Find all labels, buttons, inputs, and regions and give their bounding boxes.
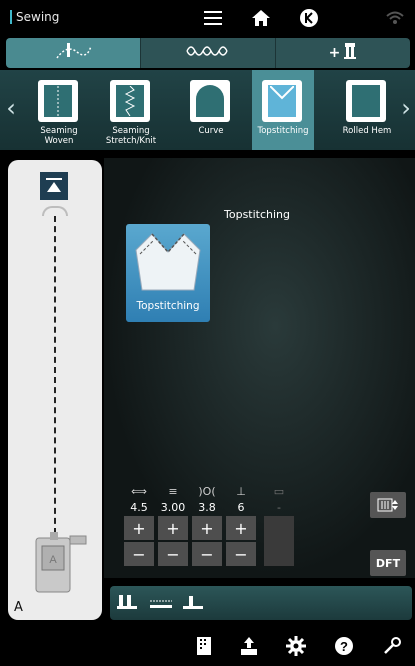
stitch-card-topstitching[interactable]: Topstitching (126, 224, 210, 322)
decorative-stitch-icon (185, 41, 231, 65)
presser-foot-pressure-minus-button[interactable]: − (226, 542, 256, 566)
thread-tension-control: )O( 3.8 + − (192, 486, 222, 566)
seam-icon (38, 80, 78, 122)
technique-rolled-hem[interactable]: Rolled Hem (336, 70, 398, 150)
needle-stop-up-button[interactable] (40, 172, 68, 200)
thread-tension-icon: )O( (198, 485, 216, 498)
stitch-width-minus-button[interactable]: − (124, 542, 154, 566)
stitch-start-marker (42, 206, 68, 216)
density-button (264, 516, 294, 566)
category-tabs: + (6, 38, 410, 68)
technique-label: Seaming Stretch/Knit (105, 126, 157, 146)
stitch-width-value: 4.5 (130, 501, 148, 514)
stitch-preview-panel: A A (8, 160, 102, 620)
technique-seaming-stretch[interactable]: Seaming Stretch/Knit (100, 70, 162, 150)
stitch-pattern-icon[interactable] (150, 592, 172, 614)
stitch-length-plus-button[interactable]: + (158, 516, 188, 540)
density-control: ▭ - (264, 486, 294, 566)
top-bar: Sewing (0, 0, 415, 36)
menu-icon[interactable] (202, 6, 224, 30)
presser-foot-icon: A (35, 532, 87, 593)
settings-gear-icon[interactable] (284, 634, 308, 658)
technique-topstitching[interactable]: Topstitching (252, 70, 314, 150)
stitch-length-control: ≡ 3.00 + − (158, 486, 188, 566)
stitch-tool-strip (110, 586, 412, 620)
needle-up-icon (46, 178, 62, 192)
stitch-width-plus-button[interactable]: + (124, 516, 154, 540)
technique-seaming-woven[interactable]: Seaming Woven (28, 70, 90, 150)
tab-add-label: + (328, 45, 341, 61)
export-icon[interactable] (237, 634, 261, 658)
thread-tension-plus-button[interactable]: + (192, 516, 222, 540)
stitch-width-control: ⟺ 4.5 + − (124, 486, 154, 566)
scroll-right-icon[interactable]: › (399, 94, 413, 122)
density-icon: ▭ (273, 485, 285, 498)
exit-icon[interactable] (298, 6, 320, 30)
presser-foot-image: A A (8, 532, 102, 620)
app-title: Sewing (10, 10, 59, 24)
rolled-hem-icon (346, 80, 386, 122)
stitch-length-minus-button[interactable]: − (158, 542, 188, 566)
tools-icon[interactable] (380, 634, 404, 658)
technique-label: Seaming Woven (40, 126, 78, 146)
technique-strip: ‹ Seaming Woven Seaming Stretch/Knit Curve… (0, 70, 415, 150)
density-value: - (277, 501, 281, 514)
stretch-seam-icon (110, 80, 150, 122)
tab-decorative[interactable] (141, 38, 276, 68)
technique-label: Curve (198, 126, 224, 136)
presser-foot-pressure-icon: ⊥ (236, 485, 246, 498)
stitch-length-value: 3.00 (160, 501, 186, 514)
stitch-card-label: Topstitching (136, 300, 200, 312)
stitch-title: Topstitching (224, 208, 291, 221)
svg-text:?: ? (340, 639, 348, 654)
mirror-icon (377, 498, 398, 512)
shirt-collar-icon (262, 80, 302, 122)
stitch-curve-icon (53, 40, 93, 66)
home-icon[interactable] (250, 6, 272, 30)
thread-tension-minus-button[interactable]: − (192, 542, 222, 566)
feed-foot-icon[interactable] (182, 592, 204, 614)
presser-foot-label: A (14, 600, 23, 615)
wifi-icon (384, 6, 406, 30)
shirt-collar-icon (135, 233, 201, 291)
curve-icon (190, 80, 230, 122)
dft-button[interactable]: DFT (370, 550, 406, 576)
presser-foot-pressure-value: 6 (237, 501, 245, 514)
stitch-line-preview (54, 216, 56, 544)
plus-presser-foot-icon (343, 42, 357, 64)
stitch-program-icon[interactable] (192, 634, 216, 658)
mirror-button[interactable] (370, 492, 406, 518)
presser-foot-select-icon[interactable] (116, 592, 138, 614)
tab-add-stitch[interactable]: + (276, 38, 410, 68)
stitch-width-icon: ⟺ (131, 485, 147, 498)
technique-label: Topstitching (257, 126, 309, 136)
presser-foot-pressure-plus-button[interactable]: + (226, 516, 256, 540)
presser-foot-pressure-control: ⊥ 6 + − (226, 486, 256, 566)
stitch-info-area: Topstitching Topstitching ⟺ 4.5 + − ≡ 3.… (104, 158, 415, 578)
technique-label: Rolled Hem (342, 126, 392, 136)
scroll-left-icon[interactable]: ‹ (4, 94, 18, 122)
svg-text:A: A (49, 554, 57, 566)
technique-curve[interactable]: Curve (180, 70, 242, 150)
tab-sewing-techniques[interactable] (6, 38, 141, 68)
bottom-bar: ? (0, 626, 415, 666)
help-icon[interactable]: ? (332, 634, 356, 658)
stitch-length-icon: ≡ (168, 485, 178, 498)
thread-tension-value: 3.8 (198, 501, 216, 514)
